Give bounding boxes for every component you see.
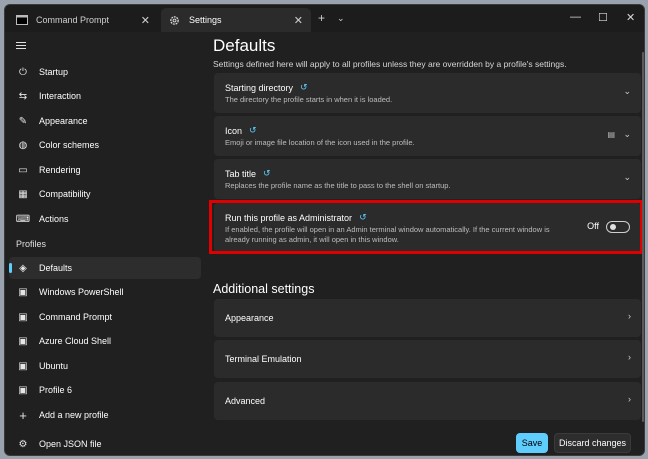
sidebar-item-ubuntu[interactable]: ▣ Ubuntu — [9, 355, 201, 377]
discard-changes-button[interactable]: Discard changes — [554, 433, 631, 453]
image-icon: ▤ — [607, 130, 615, 139]
sidebar-item-label: Compatibility — [39, 189, 91, 199]
page-description: Settings defined here will apply to all … — [213, 59, 567, 69]
chevron-down-icon[interactable]: ⌄ — [623, 129, 631, 140]
sidebar: ⏻ Startup ⇆ Interaction ✎ Appearance ◍ C… — [5, 32, 205, 455]
gear-icon: ⚙ — [18, 438, 28, 450]
palette-icon: ◍ — [18, 139, 28, 151]
chevron-down-icon[interactable]: ⌄ — [623, 172, 631, 183]
terminal-window: Command Prompt ✕ Settings ✕ + ⌄ — ☐ ✕ ⏻ … — [4, 4, 645, 456]
sidebar-item-windows-powershell[interactable]: ▣ Windows PowerShell — [9, 281, 201, 303]
terminal-icon: ▣ — [18, 360, 28, 372]
close-window-button[interactable]: ✕ — [626, 11, 635, 24]
new-tab-icon[interactable]: + — [318, 12, 325, 24]
setting-title: Tab title ↺ — [225, 168, 271, 179]
chevron-right-icon: › — [628, 352, 631, 362]
sidebar-item-label: Interaction — [39, 91, 82, 101]
close-icon[interactable]: ✕ — [294, 14, 303, 27]
setting-description: Replaces the profile name as the title t… — [225, 181, 451, 190]
tab-label: Command Prompt — [36, 15, 110, 25]
sidebar-item-label: Startup — [39, 67, 69, 77]
sidebar-item-label: Windows PowerShell — [39, 287, 124, 297]
chevron-right-icon: › — [628, 311, 631, 321]
setting-title-text: Starting directory — [225, 82, 294, 93]
sidebar-item-color-schemes[interactable]: ◍ Color schemes — [9, 134, 201, 156]
power-icon: ⏻ — [19, 66, 27, 78]
setting-description: Emoji or image file location of the icon… — [225, 138, 415, 147]
main-panel: Defaults Settings defined here will appl… — [205, 32, 644, 455]
close-icon[interactable]: ✕ — [141, 14, 150, 27]
additional-appearance[interactable]: Appearance › — [214, 299, 641, 337]
tab-command-prompt[interactable]: Command Prompt ✕ — [8, 8, 158, 32]
sidebar-item-azure-cloud-shell[interactable]: ▣ Azure Cloud Shell — [9, 330, 201, 352]
setting-title-text: Terminal Emulation — [225, 354, 302, 364]
sidebar-item-label: Color schemes — [39, 140, 100, 150]
compat-icon: ▦ — [18, 188, 28, 200]
save-button[interactable]: Save — [516, 433, 548, 453]
keyboard-icon: ⌨ — [15, 213, 31, 225]
highlight-box — [209, 200, 643, 254]
sidebar-item-command-prompt[interactable]: ▣ Command Prompt — [9, 306, 201, 328]
terminal-icon: ▣ — [18, 384, 28, 396]
brush-icon: ✎ — [18, 115, 28, 127]
monitor-icon: ▭ — [18, 164, 28, 176]
setting-title-text: Icon — [225, 125, 243, 136]
sidebar-item-label: Profile 6 — [39, 385, 73, 395]
terminal-icon: ▣ — [18, 286, 28, 298]
additional-settings-title: Additional settings — [213, 282, 315, 296]
profiles-section-label: Profiles — [16, 239, 47, 249]
sidebar-item-label: Command Prompt — [39, 312, 113, 322]
cmd-icon — [16, 15, 28, 25]
open-json-file-button[interactable]: ⚙ Open JSON file — [9, 433, 201, 455]
sidebar-item-compatibility[interactable]: ▦ Compatibility — [9, 183, 201, 205]
setting-starting-directory[interactable]: Starting directory ↺ The directory the p… — [214, 73, 641, 113]
title-bar: Command Prompt ✕ Settings ✕ + ⌄ — ☐ ✕ — [5, 5, 644, 32]
terminal-icon: ▣ — [18, 311, 28, 323]
maximize-button[interactable]: ☐ — [598, 11, 608, 24]
additional-terminal-emulation[interactable]: Terminal Emulation › — [214, 340, 641, 378]
sidebar-item-rendering[interactable]: ▭ Rendering — [9, 159, 201, 181]
page-title: Defaults — [213, 36, 276, 55]
plus-icon: + — [19, 407, 27, 423]
setting-description: The directory the profile starts in when… — [225, 95, 393, 104]
sidebar-item-label: Open JSON file — [39, 439, 102, 449]
sidebar-item-label: Appearance — [39, 116, 88, 126]
interaction-icon: ⇆ — [18, 90, 28, 102]
tab-settings[interactable]: Settings ✕ — [161, 8, 311, 32]
sidebar-item-defaults[interactable]: ◈ Defaults — [9, 257, 201, 279]
reset-icon[interactable]: ↺ — [300, 82, 308, 93]
chevron-right-icon: › — [628, 394, 631, 404]
sidebar-item-startup[interactable]: ⏻ Startup — [9, 61, 201, 83]
add-new-profile-button[interactable]: + Add a new profile — [9, 404, 201, 426]
sidebar-item-label: Rendering — [39, 165, 81, 175]
setting-title: Icon ↺ — [225, 125, 257, 136]
scrollbar[interactable] — [642, 52, 644, 422]
setting-title-text: Appearance — [225, 313, 274, 323]
setting-title-text: Advanced — [225, 396, 266, 406]
sidebar-item-label: Azure Cloud Shell — [39, 336, 112, 346]
sidebar-item-profile-6[interactable]: ▣ Profile 6 — [9, 379, 201, 401]
chevron-down-icon[interactable]: ⌄ — [623, 86, 631, 97]
layers-icon: ◈ — [19, 262, 27, 274]
sidebar-item-label: Actions — [39, 214, 69, 224]
minimize-button[interactable]: — — [570, 11, 581, 23]
tab-label: Settings — [189, 15, 222, 25]
setting-tab-title[interactable]: Tab title ↺ Replaces the profile name as… — [214, 159, 641, 199]
sidebar-item-actions[interactable]: ⌨ Actions — [9, 208, 201, 230]
hamburger-menu-icon[interactable] — [16, 40, 28, 52]
setting-icon[interactable]: Icon ↺ Emoji or image file location of t… — [214, 116, 641, 156]
reset-icon[interactable]: ↺ — [263, 168, 271, 179]
terminal-icon: ▣ — [18, 335, 28, 347]
sidebar-item-interaction[interactable]: ⇆ Interaction — [9, 85, 201, 107]
reset-icon[interactable]: ↺ — [249, 125, 257, 136]
sidebar-item-label: Defaults — [39, 263, 73, 273]
gear-icon — [169, 15, 181, 25]
sidebar-item-label: Ubuntu — [39, 361, 69, 371]
chevron-down-icon[interactable]: ⌄ — [337, 12, 345, 24]
sidebar-item-appearance[interactable]: ✎ Appearance — [9, 110, 201, 132]
sidebar-item-label: Add a new profile — [39, 410, 109, 420]
setting-title: Starting directory ↺ — [225, 82, 308, 93]
setting-title-text: Tab title — [225, 168, 257, 179]
additional-advanced[interactable]: Advanced › — [214, 382, 641, 420]
